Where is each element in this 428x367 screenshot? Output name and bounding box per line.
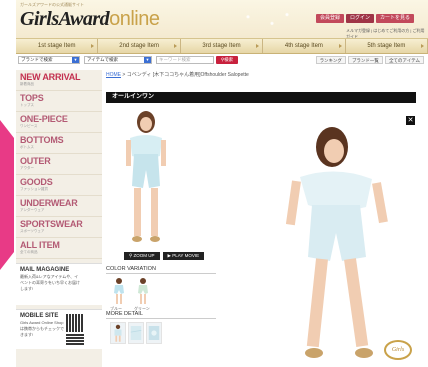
site-logo[interactable]: GirlsAwardonline [20, 8, 160, 31]
sidebar-item-sublabel: アンダーウェア [20, 208, 45, 212]
sidebar-item-label: SPORTSWEAR [20, 219, 83, 229]
sidebar-item-label: OUTER [20, 156, 51, 166]
all-items-link[interactable]: 全てのアイテム [384, 56, 424, 64]
sidebar-item-bottoms[interactable]: BOTTOMS ボトムス [16, 133, 102, 154]
search-button[interactable]: ⚲検索 [216, 56, 238, 64]
play-movie-label: PLAY MOVIE [172, 253, 200, 258]
login-button[interactable]: ログイン [346, 14, 375, 23]
sidebar-item-label: GOODS [20, 177, 53, 187]
sidebar-item-outer[interactable]: OUTER アウター [16, 154, 102, 175]
section-title: オールインワン [112, 94, 155, 100]
sidebar-item-sublabel: アウター [20, 166, 34, 170]
pink-accent-edge [0, 120, 14, 270]
model-photo-large[interactable] [286, 125, 396, 365]
stage-nav-item-4[interactable]: 4th stage Item [263, 39, 346, 53]
brand-list-link[interactable]: ブランド一覧 [347, 56, 383, 64]
logo-brand: GirlsAward [20, 8, 110, 30]
stage-nav-item-3[interactable]: 3rd stage Item [181, 39, 264, 53]
color-variation-title: COLOR VARIATION [106, 266, 216, 274]
quick-links: ランキング ブランド一覧 全てのアイテム [315, 56, 424, 64]
mobile-site-text: Girls Award Online Shopは携帯からもチェックできます! [20, 320, 64, 337]
sidebar-item-sublabel: 新着商品 [20, 82, 34, 86]
sidebar-item-label: BOTTOMS [20, 135, 64, 145]
media-buttons: ⚲ ZOOM UP ▶ PLAY MOVIE [124, 252, 205, 260]
zoom-up-label: ZOOM UP [133, 253, 155, 258]
sidebar-item-label: ONE-PIECE [20, 114, 68, 124]
item-select[interactable]: アイテムで検索 ▼ [84, 56, 152, 64]
sidebar-item-label: NEW ARRIVAL [20, 72, 81, 82]
search-button-label: 検索 [224, 57, 234, 62]
sidebar-item-new-arrival[interactable]: NEW ARRIVAL 新着商品 [16, 70, 102, 91]
sidebar-item-sublabel: トップス [20, 103, 34, 107]
mobile-site-title: MOBILE SITE [20, 313, 59, 319]
stage-nav-item-5[interactable]: 5th stage Item [346, 39, 428, 53]
detail-thumbnail[interactable] [146, 322, 162, 344]
sidebar-item-label: UNDERWEAR [20, 198, 78, 208]
mail-magazine-text: 最新入荷&レアなアイテムや、イベントの耳寄りをいち早くお届けします! [20, 274, 80, 291]
brand-select[interactable]: ブランドで検索 ▼ [18, 56, 80, 64]
brand-select-label: ブランドで検索 [21, 57, 53, 62]
sidebar-item-underwear[interactable]: UNDERWEAR アンダーウェア [16, 196, 102, 217]
ranking-link[interactable]: ランキング [315, 56, 346, 64]
header-buttons: 会員登録 ログイン カートを見る [316, 14, 415, 23]
sidebar-item-sublabel: ワンピース [20, 124, 38, 128]
close-icon[interactable]: ✕ [406, 116, 415, 125]
header-sparkle-decoration [236, 8, 296, 30]
more-detail-title: MORE DETAIL [106, 311, 216, 319]
mail-magazine-title: MAIL MAGAGINE [20, 267, 70, 273]
logo-suffix: online [109, 8, 160, 30]
girls-award-badge: Girls [384, 340, 412, 360]
sidebar-item-label: TOPS [20, 93, 44, 103]
color-swatch-green[interactable] [136, 277, 150, 305]
keyword-search-input[interactable]: キーワード検索 [156, 56, 214, 64]
mobile-site-box[interactable]: MOBILE SITE Girls Award Online Shopは携帯から… [16, 309, 102, 349]
item-select-label: アイテムで検索 [87, 57, 119, 62]
zoom-up-button[interactable]: ⚲ ZOOM UP [124, 252, 160, 260]
main-content: HOME > コベンディ [木下ココちゃん着用]Offshoulder Salo… [106, 70, 428, 367]
sidebar: NEW ARRIVAL 新着商品 TOPS トップス ONE-PIECE ワンピ… [16, 70, 102, 367]
section-header: オールインワン [106, 92, 416, 103]
breadcrumb-home-link[interactable]: HOME [106, 72, 121, 78]
sidebar-item-all-item[interactable]: ALL ITEM 全ての商品 [16, 238, 102, 259]
sidebar-item-label: ALL ITEM [20, 240, 60, 250]
cart-button[interactable]: カートを見る [376, 14, 415, 23]
sidebar-item-tops[interactable]: TOPS トップス [16, 91, 102, 112]
sidebar-item-sportswear[interactable]: SPORTSWEAR スポーツウェア [16, 217, 102, 238]
search-bar: ブランドで検索 ▼ アイテムで検索 ▼ キーワード検索 ⚲検索 ランキング ブラ… [16, 56, 428, 66]
sidebar-item-sublabel: 全ての商品 [20, 250, 38, 254]
sidebar-item-sublabel: ファッション雑貨 [20, 187, 48, 191]
color-swatch-blue[interactable] [112, 277, 126, 305]
chevron-down-icon: ▼ [144, 57, 151, 63]
breadcrumb-trail: > コベンディ [木下ココちゃん着用]Offshoulder Salopette [121, 72, 249, 78]
detail-thumbnail[interactable] [128, 322, 144, 344]
stage-nav: 1st stage Item 2nd stage Item 3rd stage … [16, 38, 428, 54]
model-photo-small[interactable] [116, 108, 176, 248]
play-movie-button[interactable]: ▶ PLAY MOVIE [162, 252, 205, 260]
site-header: ガールズアワードの公式通販サイト GirlsAwardonline 会員登録 ロ… [16, 0, 428, 39]
mail-magazine-box[interactable]: MAIL MAGAGINE 最新入荷&レアなアイテムや、イベントの耳寄りをいち早… [16, 263, 102, 305]
sidebar-item-one-piece[interactable]: ONE-PIECE ワンピース [16, 112, 102, 133]
stage-nav-item-2[interactable]: 2nd stage Item [98, 39, 181, 53]
qr-code-icon [66, 314, 84, 332]
sidebar-item-sublabel: スポーツウェア [20, 229, 45, 233]
qr-code-icon [66, 333, 84, 345]
chevron-down-icon: ▼ [72, 57, 79, 63]
sidebar-item-goods[interactable]: GOODS ファッション雑貨 [16, 175, 102, 196]
breadcrumb: HOME > コベンディ [木下ココちゃん着用]Offshoulder Salo… [106, 70, 428, 80]
sidebar-item-sublabel: ボトムス [20, 145, 34, 149]
page: ガールズアワードの公式通販サイト GirlsAwardonline 会員登録 ロ… [0, 0, 428, 367]
detail-thumbnail[interactable] [110, 322, 126, 344]
stage-nav-item-1[interactable]: 1st stage Item [16, 39, 99, 53]
register-button[interactable]: 会員登録 [316, 14, 345, 23]
